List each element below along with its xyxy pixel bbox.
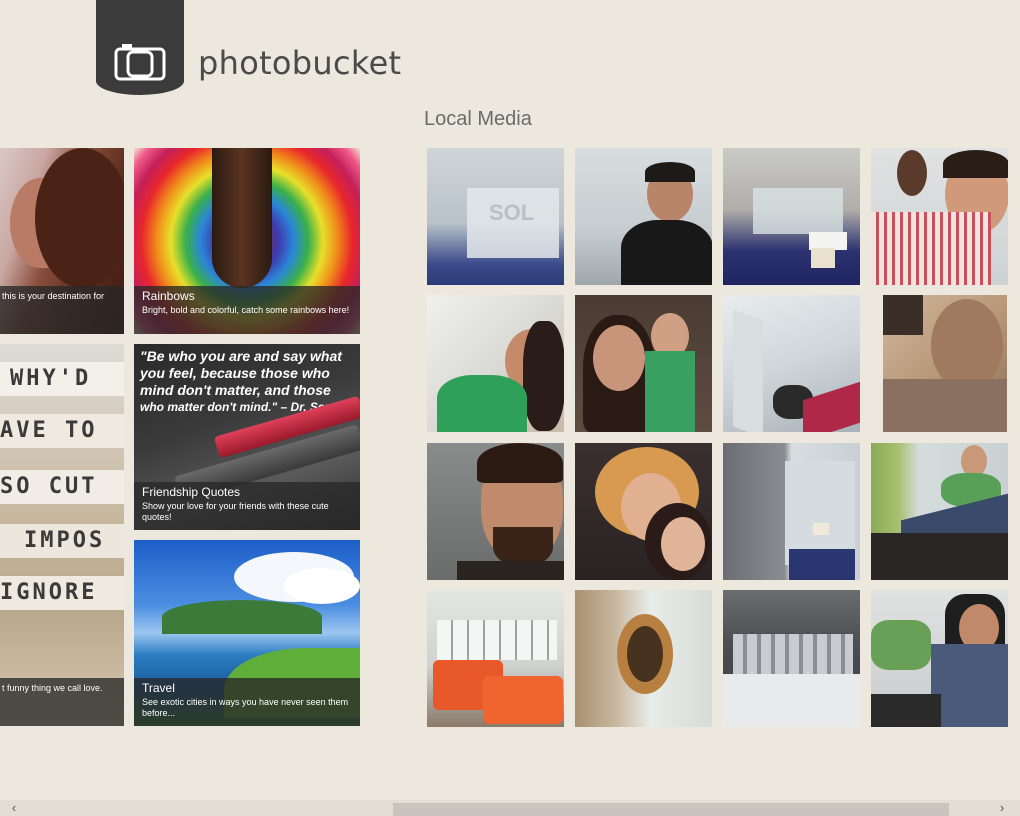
media-thumbnail[interactable] [575, 590, 712, 727]
tile-title: Friendship Quotes [142, 485, 241, 499]
tile-title: Rainbows [142, 289, 195, 303]
media-thumbnail[interactable] [871, 148, 1008, 285]
media-thumbnail[interactable] [427, 590, 564, 727]
media-thumbnail[interactable] [575, 295, 712, 432]
tile-description: Show your love for your friends with the… [142, 501, 329, 522]
media-thumbnail[interactable] [427, 295, 564, 432]
media-thumbnail[interactable] [723, 443, 860, 580]
horizontal-scrollbar[interactable]: ‹ › [0, 800, 1020, 816]
collection-tile-friendship-quotes[interactable]: "Be who you are and say what you feel, b… [134, 344, 360, 530]
word-strip: AVE TO [0, 414, 124, 448]
word-strips-photo: WHY'D AVE TO SO CUT IMPOS IGNORE [0, 344, 124, 726]
media-thumbnail[interactable] [883, 295, 1007, 432]
media-thumbnail[interactable] [871, 443, 1008, 580]
tile-description: Bright, bold and colorful, catch some ra… [142, 305, 350, 315]
media-thumbnail[interactable]: SOL [427, 148, 564, 285]
quote-line: mind don't matter, and those [140, 382, 331, 398]
local-media-heading: Local Media [424, 108, 532, 130]
scroll-left-arrow-icon[interactable]: ‹ [6, 800, 22, 815]
app-name: photobucket [198, 44, 402, 82]
media-thumbnail[interactable] [723, 148, 860, 285]
quote-line: "Be who you are and say what [140, 348, 342, 364]
tile-caption: Rainbows Bright, bold and colorful, catc… [134, 286, 360, 334]
tile-caption: this is your destination for [0, 286, 124, 334]
scrollbar-thumb[interactable] [393, 803, 949, 816]
camera-icon [114, 44, 166, 81]
office-sign: SOL [489, 200, 535, 225]
media-thumbnail[interactable] [575, 443, 712, 580]
collection-tile-love[interactable]: WHY'D AVE TO SO CUT IMPOS IGNORE t funny… [0, 344, 124, 726]
tile-description: See exotic cities in ways you have never… [142, 697, 349, 718]
collection-tile-travel[interactable]: Travel See exotic cities in ways you hav… [134, 540, 360, 726]
word-strip: IMPOS [0, 524, 124, 558]
media-thumbnail[interactable] [427, 443, 564, 580]
scroll-right-arrow-icon[interactable]: › [994, 800, 1010, 815]
logo-tab [96, 0, 184, 95]
media-thumbnail[interactable] [575, 148, 712, 285]
word-strip: IGNORE [0, 576, 124, 610]
tile-title: Travel [142, 681, 175, 695]
word-strip: WHY'D [0, 362, 124, 396]
media-thumbnail[interactable] [723, 295, 860, 432]
word-strip: SO CUT [0, 470, 124, 504]
collection-tile-rainbows[interactable]: Rainbows Bright, bold and colorful, catc… [134, 148, 360, 334]
tile-caption: t funny thing we call love. [0, 678, 124, 726]
media-thumbnail[interactable] [871, 590, 1008, 727]
media-thumbnail[interactable] [723, 590, 860, 727]
tile-caption: Travel See exotic cities in ways you hav… [134, 678, 360, 726]
collection-tile-profile[interactable]: this is your destination for [0, 148, 124, 334]
quote-line: you feel, because those who [140, 365, 330, 381]
tile-caption: Friendship Quotes Show your love for you… [134, 482, 360, 530]
